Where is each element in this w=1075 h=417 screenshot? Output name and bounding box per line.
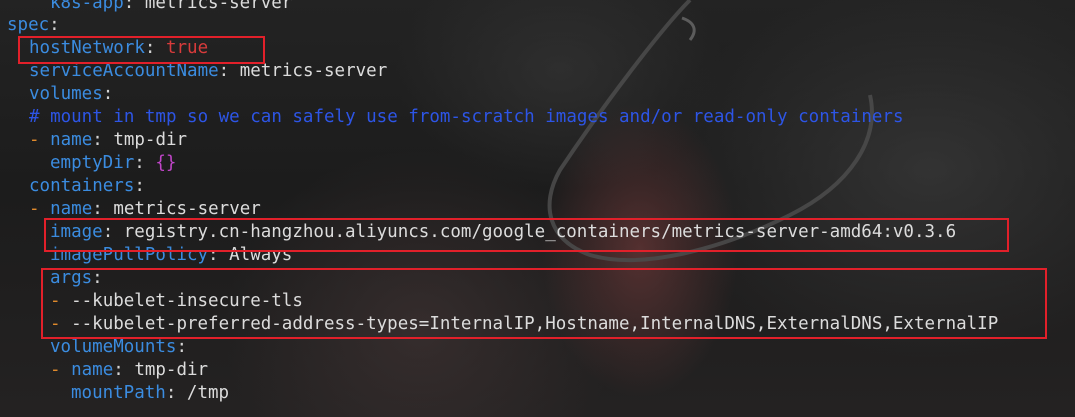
yaml-list-dash: -	[50, 360, 61, 380]
yaml-editor[interactable]: k8s-app: metrics-server spec: hostNetwor…	[0, 0, 1075, 417]
yaml-list-dash: -	[29, 199, 40, 219]
yaml-key: containers	[29, 176, 135, 196]
yaml-key: name	[50, 130, 93, 150]
yaml-value: metrics-server	[113, 199, 261, 219]
yaml-line-comment: # mount in tmp so we can safely use from…	[0, 106, 903, 129]
yaml-key: k8s-app	[50, 0, 124, 13]
yaml-key: mountPath	[71, 383, 166, 403]
yaml-value: /tmp	[186, 383, 230, 403]
yaml-line-volume-name: - name: tmp-dir	[29, 130, 188, 150]
yaml-comment: # mount in tmp so we can safely use from…	[29, 107, 904, 127]
yaml-value: tmp-dir	[113, 130, 188, 150]
yaml-line-volumemounts: volumeMounts:	[50, 337, 187, 357]
yaml-value: metrics-server	[144, 0, 293, 13]
yaml-line-mount-name: - name: tmp-dir	[50, 360, 209, 380]
yaml-brace-value: {}	[155, 153, 177, 173]
yaml-list-dash: -	[29, 130, 40, 150]
yaml-value: tmp-dir	[134, 360, 209, 380]
yaml-line-volumes: volumes:	[29, 84, 114, 104]
highlight-box-args	[41, 268, 1047, 339]
highlight-box-hostnetwork	[18, 36, 265, 64]
yaml-line-spec: spec:	[7, 15, 60, 35]
yaml-key: serviceAccountName	[29, 61, 219, 81]
highlight-box-image	[44, 218, 1009, 252]
yaml-key: volumeMounts	[50, 337, 177, 357]
yaml-line-mountpath: mountPath: /tmp	[71, 383, 230, 403]
yaml-key: name	[50, 199, 93, 219]
yaml-key: emptyDir	[50, 153, 135, 173]
yaml-line-containers: containers:	[29, 176, 145, 196]
yaml-line-k8s-app: k8s-app: metrics-server	[0, 0, 292, 15]
yaml-value: metrics-server	[239, 61, 388, 81]
yaml-key: volumes	[29, 84, 103, 104]
yaml-key: spec	[7, 15, 50, 35]
yaml-line-emptydir: emptyDir: {}	[50, 153, 177, 173]
yaml-key: name	[71, 360, 114, 380]
